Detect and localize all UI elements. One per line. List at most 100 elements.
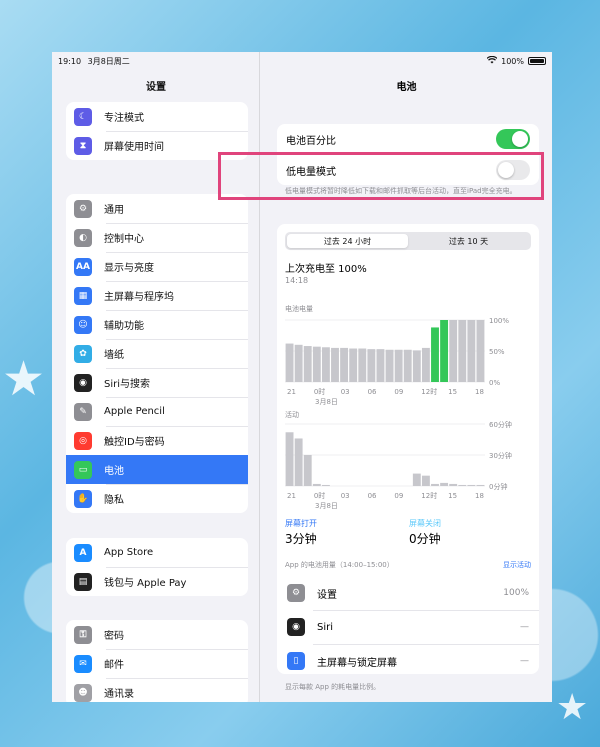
ipad-screen: 19:10 3月8日周二 100% 设置 ☾ 专注模式 ⧗ 屏幕使用时间 ⚙ 通用 ◐ 控制… [52, 52, 552, 702]
chart-bar [367, 349, 376, 382]
moon-icon: ☾ [74, 107, 92, 126]
last-charge-time: 14:18 [285, 276, 309, 285]
sidebar-item[interactable]: ▭ 电池 [66, 455, 248, 484]
battery-percentage-label: 电池百分比 [286, 135, 336, 147]
show-activity-link[interactable]: 显示活动 [503, 560, 531, 570]
wallpaper-flower-icon: ✿ [74, 344, 92, 363]
sidebar-item[interactable]: ◉ Siri与搜索 [66, 368, 248, 397]
sidebar-item[interactable]: AA 显示与亮度 [66, 252, 248, 281]
sidebar-item-label: 主屏幕与程序坞 [104, 292, 174, 303]
chart-bar [312, 346, 321, 382]
x-tick-label: 15 [448, 388, 457, 396]
chart-bar [321, 347, 330, 382]
wifi-icon [486, 55, 498, 66]
sidebar-item[interactable]: ⚿ 密码 [66, 620, 248, 649]
sidebar-item-label: 墙纸 [104, 350, 124, 361]
sidebar-item-label: 通讯录 [104, 689, 134, 700]
battery-percentage-toggle[interactable] [496, 129, 530, 149]
sidebar-item[interactable]: ✉ 邮件 [66, 649, 248, 678]
siri-icon: ◉ [287, 618, 305, 636]
battery-detail-pane: 电池 电池百分比 低电量模式 低电量模式将暂时降低如下载和邮件抓取等后台活动，直… [261, 52, 552, 702]
x-tick-label: 18 [475, 388, 484, 396]
settings-icon: ⚙ [287, 584, 305, 602]
status-bar: 19:10 3月8日周二 100% [52, 52, 552, 70]
app-usage-row[interactable]: ▯ 主屏幕与锁定屏幕 — [277, 644, 539, 678]
wallet-icon: ▤ [74, 572, 92, 591]
status-battery-percent: 100% [501, 56, 524, 66]
star-decoration: ★ [556, 687, 589, 728]
sidebar-item[interactable]: A App Store [66, 538, 248, 567]
app-usage-name: 主屏幕与锁定屏幕 [317, 657, 397, 669]
hand-icon: ✋ [74, 489, 92, 508]
y-tick-label: 100% [489, 317, 509, 325]
home-lock-icon: ▯ [287, 652, 305, 670]
x-tick-label: 0时 [314, 491, 325, 500]
tab-last-24-hours[interactable]: 过去 24 小时 [287, 234, 408, 248]
contacts-icon: ☻ [74, 683, 92, 702]
sidebar-item[interactable]: ☺ 辅助功能 [66, 310, 248, 339]
chart-bar [421, 347, 430, 382]
x-tick-label: 06 [368, 388, 377, 396]
chart-bar [449, 483, 458, 486]
sidebar-item[interactable]: ✋ 隐私 [66, 484, 248, 513]
chart-bar [412, 350, 421, 382]
sidebar-item[interactable]: ◎ 触控ID与密码 [66, 426, 248, 455]
status-date: 3月8日周二 [87, 56, 130, 66]
app-usage-row[interactable]: ⚙ 设置 100% [277, 576, 539, 610]
sidebar-item-label: 辅助功能 [104, 321, 144, 332]
y-tick-label: 50% [489, 348, 505, 356]
page-title: 电池 [396, 82, 417, 93]
tab-last-10-days[interactable]: 过去 10 天 [408, 234, 529, 248]
sidebar-item[interactable]: ▤ 钱包与 Apple Pay [66, 567, 248, 596]
x-tick-label: 21 [287, 388, 296, 396]
screen-off-value: 0分钟 [409, 532, 441, 546]
x-tick-label: 09 [394, 388, 403, 396]
app-usage-row[interactable]: ◉ Siri — [277, 610, 539, 644]
star-decoration: ★ [2, 351, 46, 407]
chart-bar [403, 349, 412, 382]
chart-bar [285, 343, 294, 382]
app-usage-value: 100% [503, 588, 529, 598]
app-usage-value: — [520, 656, 529, 666]
sidebar-item[interactable]: ◐ 控制中心 [66, 223, 248, 252]
sidebar-item-label: Apple Pencil [104, 406, 165, 417]
mail-icon: ✉ [74, 654, 92, 673]
sidebar-item[interactable]: ✿ 墙纸 [66, 339, 248, 368]
siri-icon: ◉ [74, 373, 92, 392]
sidebar-title: 设置 [146, 82, 166, 93]
screen-on-label: 屏幕打开 [285, 519, 317, 528]
sidebar-item[interactable]: ✎ Apple Pencil [66, 397, 248, 426]
chart-bar [294, 438, 303, 486]
y-tick-label: 0分钟 [489, 482, 507, 491]
low-power-highlight-box [218, 152, 544, 200]
chart-bar [440, 320, 449, 382]
x-date-label: 3月8日 [315, 398, 338, 406]
sidebar-item[interactable]: ☻ 通讯录 [66, 678, 248, 702]
chart-bar [467, 484, 476, 486]
app-usage-value: — [520, 622, 529, 632]
sidebar-item[interactable]: ▦ 主屏幕与程序坞 [66, 281, 248, 310]
sidebar-item-label: 电池 [104, 466, 124, 477]
y-tick-label: 60分钟 [489, 420, 512, 429]
battery-icon: ▭ [74, 460, 92, 479]
screen-on-value: 3分钟 [285, 532, 317, 546]
x-tick-label: 12时 [421, 387, 437, 396]
sidebar-item-label: App Store [104, 547, 154, 558]
sidebar-item-label: 触控ID与密码 [104, 437, 165, 448]
x-date-label: 3月8日 [315, 502, 338, 510]
sidebar-item-label: 隐私 [104, 495, 124, 506]
accessibility-icon: ☺ [74, 315, 92, 334]
battery-status-icon [528, 57, 546, 65]
chart-bar [376, 349, 385, 382]
chart-bar [458, 320, 467, 382]
chart-bar [312, 483, 321, 486]
chart-bar [321, 484, 330, 486]
chart-bar [331, 347, 339, 382]
activity-chart: 60分钟 30分钟 0分钟 21 0时 03 06 09 12时 15 18 3月8日 [285, 420, 512, 510]
sidebar-item-label: 显示与亮度 [104, 263, 154, 274]
screen-off-label: 屏幕关闭 [409, 519, 441, 528]
display-aa-icon: AA [74, 257, 92, 276]
gear-icon: ⚙ [74, 199, 92, 218]
x-tick-label: 06 [368, 492, 377, 500]
sidebar-item[interactable]: ☾ 专注模式 [66, 102, 248, 131]
